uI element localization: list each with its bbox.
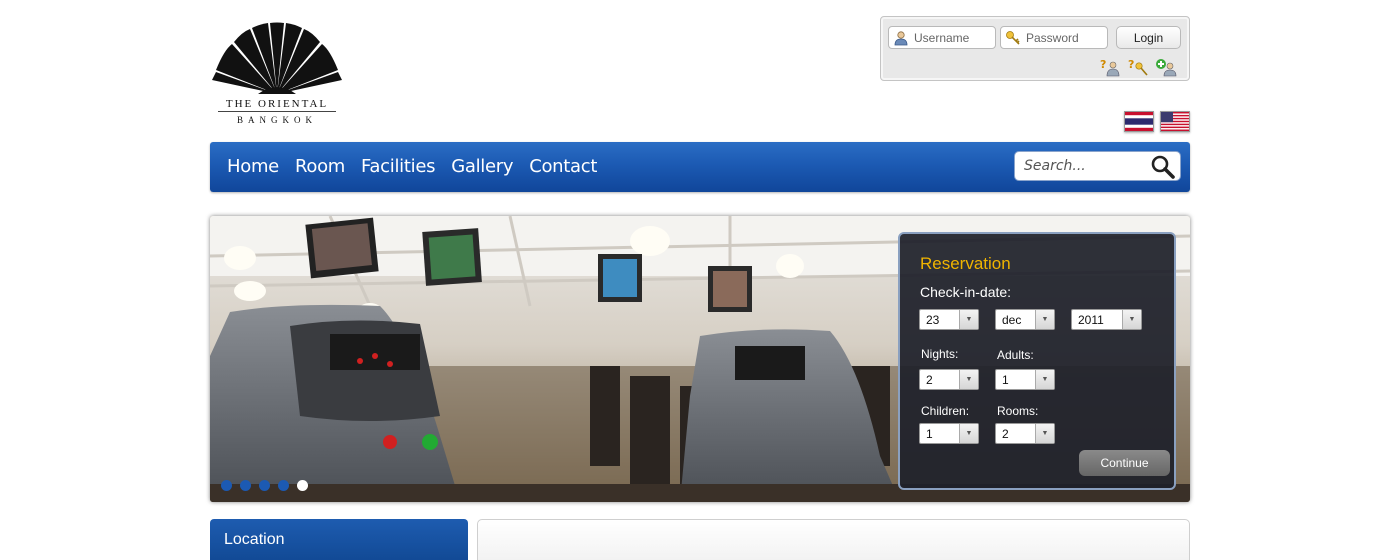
- nav-room[interactable]: Room: [295, 156, 345, 177]
- search-icon[interactable]: [1150, 154, 1176, 180]
- add-user-icon[interactable]: [1155, 57, 1177, 77]
- svg-text:?: ?: [1128, 58, 1134, 71]
- nights-value: 2: [926, 372, 933, 387]
- nav-contact[interactable]: Contact: [529, 156, 597, 177]
- checkin-month-value: dec: [1002, 312, 1022, 327]
- checkin-label: Check-in-date:: [920, 284, 1012, 300]
- rooms-value: 2: [1002, 426, 1009, 441]
- slide-pager: [221, 480, 308, 491]
- nights-label: Nights:: [921, 347, 959, 361]
- password-input[interactable]: Password: [1000, 26, 1108, 49]
- login-button[interactable]: Login: [1116, 26, 1181, 49]
- reservation-panel: Reservation Check-in-date: 23 ▼ dec ▼ 20…: [898, 232, 1176, 490]
- logo-line-1: THE ORIENTAL: [225, 98, 329, 110]
- slide-dot[interactable]: [278, 480, 289, 491]
- hero-slideshow[interactable]: Reservation Check-in-date: 23 ▼ dec ▼ 20…: [210, 216, 1190, 502]
- dropdown-arrow-icon: ▼: [959, 370, 978, 389]
- children-select[interactable]: 1 ▼: [919, 423, 979, 444]
- fan-logo-icon: [212, 22, 342, 94]
- checkin-day-select[interactable]: 23 ▼: [919, 309, 979, 330]
- dropdown-arrow-icon: ▼: [1035, 370, 1054, 389]
- key-icon: [1006, 30, 1020, 45]
- children-label: Children:: [921, 404, 970, 418]
- nights-select[interactable]: 2 ▼: [919, 369, 979, 390]
- search-placeholder: Search...: [1024, 158, 1086, 174]
- page: THE ORIENTAL BANGKOK Username Password L…: [0, 0, 1400, 560]
- nav-facilities[interactable]: Facilities: [361, 156, 435, 177]
- username-input[interactable]: Username: [888, 26, 996, 49]
- main-navigation: Home Room Facilities Gallery Contact Sea…: [210, 142, 1190, 192]
- login-panel: Username Password Login ? ?: [880, 16, 1190, 81]
- user-icon: [894, 30, 908, 45]
- help-key-icon[interactable]: ?: [1127, 57, 1149, 77]
- checkin-month-select[interactable]: dec ▼: [995, 309, 1055, 330]
- checkin-day-value: 23: [926, 312, 940, 327]
- hotel-logo[interactable]: THE ORIENTAL BANGKOK: [210, 20, 344, 130]
- dropdown-arrow-icon: ▼: [1035, 424, 1054, 443]
- slide-dot[interactable]: [259, 480, 270, 491]
- logo-divider: [218, 111, 336, 112]
- us-flag-icon[interactable]: [1160, 111, 1190, 132]
- content-panel: [477, 519, 1190, 560]
- adults-label: Adults:: [997, 348, 1034, 362]
- continue-button[interactable]: Continue: [1079, 450, 1170, 476]
- username-placeholder: Username: [914, 30, 970, 45]
- nav-home[interactable]: Home: [227, 156, 279, 177]
- location-title: Location: [224, 531, 285, 548]
- children-value: 1: [926, 426, 933, 441]
- dropdown-arrow-icon: ▼: [959, 424, 978, 443]
- rooms-select[interactable]: 2 ▼: [995, 423, 1055, 444]
- logo-line-2: BANGKOK: [237, 115, 317, 125]
- rooms-label: Rooms:: [997, 404, 1039, 418]
- adults-select[interactable]: 1 ▼: [995, 369, 1055, 390]
- checkin-year-select[interactable]: 2011 ▼: [1071, 309, 1142, 330]
- reservation-title: Reservation: [920, 254, 1011, 273]
- slide-dot-active[interactable]: [297, 480, 308, 491]
- checkin-year-value: 2011: [1078, 312, 1104, 327]
- dropdown-arrow-icon: ▼: [1122, 310, 1141, 329]
- location-panel: Location: [210, 519, 468, 560]
- dropdown-arrow-icon: ▼: [1035, 310, 1054, 329]
- slide-dot[interactable]: [240, 480, 251, 491]
- search-input[interactable]: Search...: [1014, 151, 1181, 181]
- dropdown-arrow-icon: ▼: [959, 310, 978, 329]
- thai-flag-icon[interactable]: [1124, 111, 1154, 132]
- slide-dot[interactable]: [221, 480, 232, 491]
- nav-gallery[interactable]: Gallery: [451, 156, 513, 177]
- svg-text:?: ?: [1100, 58, 1106, 71]
- password-placeholder: Password: [1026, 30, 1079, 45]
- help-user-icon[interactable]: ?: [1099, 57, 1121, 77]
- adults-value: 1: [1002, 372, 1009, 387]
